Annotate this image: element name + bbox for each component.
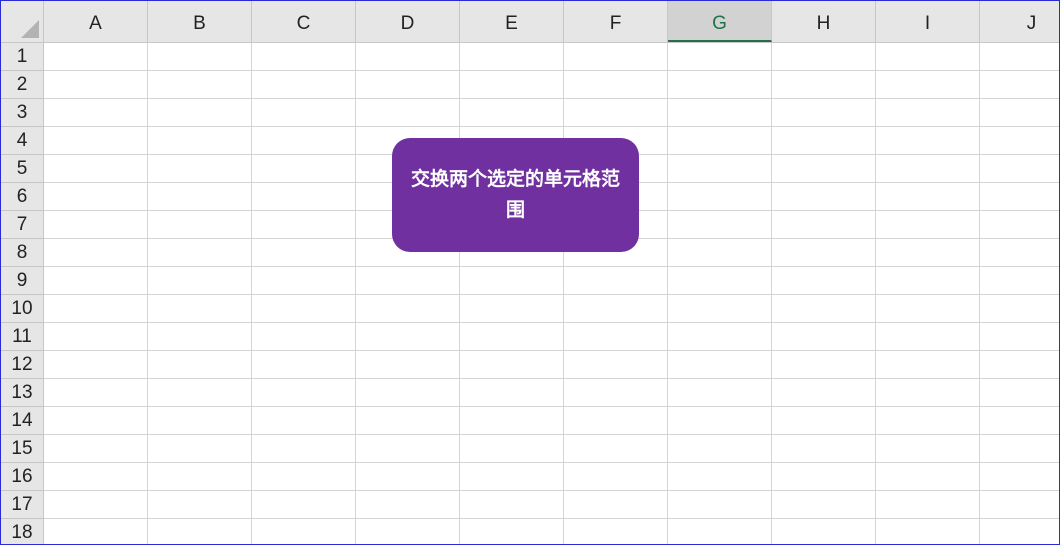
column-header-e[interactable]: E [460,1,564,42]
row-header-7[interactable]: 7 [1,211,43,239]
row-header-12[interactable]: 12 [1,351,43,379]
row-header-16[interactable]: 16 [1,463,43,491]
column-header-b[interactable]: B [148,1,252,42]
column-header-a[interactable]: A [44,1,148,42]
row-header-10[interactable]: 10 [1,295,43,323]
column-header-j[interactable]: J [980,1,1059,42]
row-header-1[interactable]: 1 [1,43,43,71]
row-header-6[interactable]: 6 [1,183,43,211]
callout-shape[interactable]: 交换两个选定的单元格范围 [392,138,639,252]
column-header-d[interactable]: D [356,1,460,42]
cell-grid[interactable] [44,43,1059,544]
row-header-18[interactable]: 18 [1,519,43,544]
row-header-8[interactable]: 8 [1,239,43,267]
column-header-f[interactable]: F [564,1,668,42]
row-header-5[interactable]: 5 [1,155,43,183]
column-header-bar: ABCDEFGHIJ [44,1,1059,43]
row-header-bar: 1 2 3 4 5 6 7 8 9 10 11 12 13 14 15 16 17 18 [1,43,44,544]
row-header-15[interactable]: 15 [1,435,43,463]
row-header-4[interactable]: 4 [1,127,43,155]
row-header-9[interactable]: 9 [1,267,43,295]
row-header-3[interactable]: 3 [1,99,43,127]
column-header-i[interactable]: I [876,1,980,42]
row-header-2[interactable]: 2 [1,71,43,99]
spreadsheet: ABCDEFGHIJ 1 2 3 4 5 6 7 8 9 10 11 12 13 14 15 16 17 18 交… [0,0,1060,545]
select-all-corner[interactable] [1,1,44,43]
callout-text: 交换两个选定的单元格范围 [410,168,620,221]
column-header-h[interactable]: H [772,1,876,42]
column-header-g[interactable]: G [668,1,772,42]
row-header-17[interactable]: 17 [1,491,43,519]
row-header-14[interactable]: 14 [1,407,43,435]
row-header-11[interactable]: 11 [1,323,43,351]
select-all-triangle-icon [21,20,39,38]
column-header-c[interactable]: C [252,1,356,42]
row-header-13[interactable]: 13 [1,379,43,407]
